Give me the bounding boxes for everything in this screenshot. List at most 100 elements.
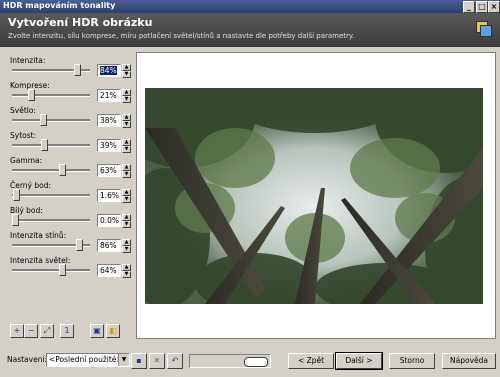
chevron-down-icon[interactable]: ▼ — [118, 354, 129, 366]
spin-up-icon[interactable]: ▲ — [122, 139, 131, 146]
value-input[interactable]: 86% — [97, 239, 121, 252]
value-text: 63% — [100, 166, 117, 175]
spin-up-icon[interactable]: ▲ — [122, 264, 131, 271]
slider-thumb[interactable] — [40, 114, 47, 126]
value-text: 86% — [100, 241, 117, 250]
save-preset-icon[interactable]: ▪ — [131, 353, 147, 369]
compare-icon[interactable]: ◧ — [106, 324, 120, 338]
slider-thumb[interactable] — [59, 164, 66, 176]
spin-down-icon[interactable]: ▼ — [122, 171, 131, 178]
slider-thumb[interactable] — [59, 264, 66, 276]
reset-icon[interactable]: ↶ — [167, 353, 183, 369]
slider-label: Intenzita: — [10, 56, 46, 65]
slider-control: Světlo: 38% ▲ ▼ — [10, 106, 131, 128]
next-button[interactable]: Další > — [335, 352, 383, 370]
value-input[interactable]: 84% — [97, 64, 121, 77]
value-input[interactable]: 38% — [97, 114, 121, 127]
value-text: 38% — [100, 116, 117, 125]
slider-thumb[interactable] — [28, 89, 35, 101]
value-spinner[interactable]: ▲ ▼ — [122, 64, 131, 78]
actual-size-icon[interactable]: 1 — [60, 324, 74, 338]
value-text: 84% — [100, 66, 117, 75]
value-spinner[interactable]: ▲ ▼ — [122, 189, 131, 203]
spin-up-icon[interactable]: ▲ — [122, 164, 131, 171]
settings-panel: Intenzita: 84% ▲ ▼ Komprese: 21% ▲ ▼ Světlo: 38% ▲… — [4, 52, 131, 337]
spin-down-icon[interactable]: ▼ — [122, 146, 131, 153]
value-text: 0.0% — [100, 216, 120, 225]
value-input[interactable]: 21% — [97, 89, 121, 102]
slider-label: Sytost: — [10, 131, 37, 140]
spin-up-icon[interactable]: ▲ — [122, 64, 131, 71]
slider-track[interactable] — [12, 194, 90, 197]
value-text: 21% — [100, 91, 117, 100]
spin-up-icon[interactable]: ▲ — [122, 114, 131, 121]
slider-thumb[interactable] — [41, 139, 48, 151]
slider-control: Intenzita: 84% ▲ ▼ — [10, 56, 131, 78]
slider-control: Černý bod: 1.6% ▲ ▼ — [10, 181, 131, 203]
spin-down-icon[interactable]: ▼ — [122, 96, 131, 103]
spin-up-icon[interactable]: ▲ — [122, 89, 131, 96]
spin-down-icon[interactable]: ▼ — [122, 271, 131, 278]
value-input[interactable]: 1.6% — [97, 189, 121, 202]
slider-track[interactable] — [12, 169, 90, 172]
spin-up-icon[interactable]: ▲ — [122, 239, 131, 246]
fit-icon[interactable]: ⤢ — [40, 324, 54, 338]
slider-control: Gamma: 63% ▲ ▼ — [10, 156, 131, 178]
minimize-button[interactable]: _ — [463, 1, 475, 13]
spin-down-icon[interactable]: ▼ — [122, 196, 131, 203]
progress-indicator — [189, 354, 271, 368]
hdr-icon — [476, 21, 494, 39]
slider-thumb[interactable] — [76, 239, 83, 251]
spin-up-icon[interactable]: ▲ — [122, 189, 131, 196]
preview-area — [136, 52, 496, 339]
slider-thumb[interactable] — [12, 214, 19, 226]
spin-down-icon[interactable]: ▼ — [122, 121, 131, 128]
maximize-button[interactable]: □ — [476, 1, 488, 13]
slider-track[interactable] — [12, 269, 90, 272]
back-button[interactable]: < Zpět — [288, 353, 334, 369]
settings-label: Nastavení: — [7, 355, 48, 364]
value-input[interactable]: 64% — [97, 264, 121, 277]
value-spinner[interactable]: ▲ ▼ — [122, 114, 131, 128]
value-spinner[interactable]: ▲ ▼ — [122, 89, 131, 103]
wizard-header: Vytvoření HDR obrázku Zvolte intenzitu, … — [0, 13, 500, 47]
zoom-in-icon[interactable]: + — [10, 324, 24, 338]
value-spinner[interactable]: ▲ ▼ — [122, 239, 131, 253]
slider-track[interactable] — [12, 219, 90, 222]
value-text: 64% — [100, 266, 117, 275]
slider-thumb[interactable] — [13, 189, 20, 201]
delete-preset-icon[interactable]: ✕ — [149, 353, 165, 369]
spin-down-icon[interactable]: ▼ — [122, 246, 131, 253]
value-input[interactable]: 39% — [97, 139, 121, 152]
value-input[interactable]: 0.0% — [97, 214, 121, 227]
preset-value: <Poslední použité> — [49, 355, 123, 364]
progress-thumb — [244, 357, 268, 367]
image-icon[interactable]: ▣ — [90, 324, 104, 338]
slider-control: Komprese: 21% ▲ ▼ — [10, 81, 131, 103]
wizard-footer: Nastavení: <Poslední použité> ▼ ▪ ✕ ↶ < … — [0, 345, 500, 377]
page-subtitle: Zvolte intenzitu, sílu komprese, míru po… — [8, 32, 355, 40]
value-spinner[interactable]: ▲ ▼ — [122, 214, 131, 228]
slider-track[interactable] — [12, 144, 90, 147]
close-button[interactable]: × — [488, 1, 500, 13]
value-spinner[interactable]: ▲ ▼ — [122, 139, 131, 153]
slider-track[interactable] — [12, 94, 90, 97]
spin-down-icon[interactable]: ▼ — [122, 221, 131, 228]
slider-thumb[interactable] — [74, 64, 81, 76]
title-bar: HDR mapováním tonality _ □ × — [0, 0, 500, 13]
slider-label: Gamma: — [10, 156, 43, 165]
zoom-out-icon[interactable]: − — [24, 324, 38, 338]
help-button[interactable]: Nápověda — [442, 353, 496, 369]
preview-image — [145, 88, 483, 304]
preset-select[interactable]: <Poslední použité> ▼ — [46, 353, 130, 367]
value-spinner[interactable]: ▲ ▼ — [122, 164, 131, 178]
value-spinner[interactable]: ▲ ▼ — [122, 264, 131, 278]
cancel-button[interactable]: Storno — [389, 353, 435, 369]
spin-down-icon[interactable]: ▼ — [122, 71, 131, 78]
value-input[interactable]: 63% — [97, 164, 121, 177]
slider-control: Sytost: 39% ▲ ▼ — [10, 131, 131, 153]
spin-up-icon[interactable]: ▲ — [122, 214, 131, 221]
slider-track[interactable] — [12, 119, 90, 122]
slider-control: Intenzita světel: 64% ▲ ▼ — [10, 256, 131, 278]
slider-label: Intenzita stínů: — [10, 231, 67, 240]
